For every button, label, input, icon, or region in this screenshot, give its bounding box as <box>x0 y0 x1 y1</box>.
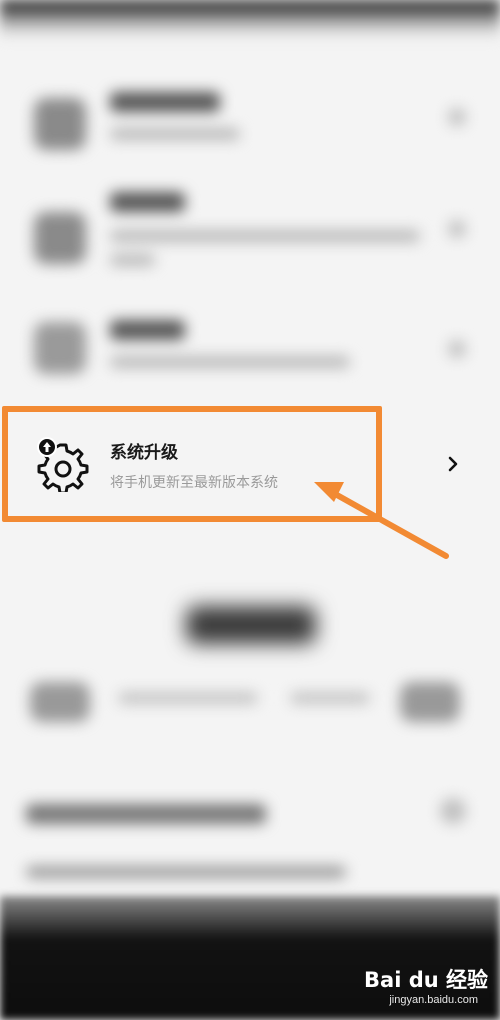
status-bar <box>0 0 500 40</box>
blurred-section-title <box>186 606 316 644</box>
blurred-subtitle <box>110 128 240 140</box>
watermark-url: jingyan.baidu.com <box>389 994 478 1006</box>
blurred-list-item[interactable] <box>0 790 500 850</box>
blurred-setting-row[interactable] <box>0 70 500 180</box>
blurred-app-icon <box>400 682 460 722</box>
blurred-chevron-icon <box>448 340 466 358</box>
blurred-app-icon <box>34 98 86 150</box>
blurred-app-icon <box>34 322 86 374</box>
blurred-list-item <box>0 858 500 898</box>
blurred-chevron-icon <box>440 798 466 824</box>
blurred-title <box>110 192 185 212</box>
blurred-app-icon <box>30 682 90 722</box>
blurred-quick-links[interactable] <box>0 672 500 742</box>
blurred-setting-row[interactable] <box>0 300 500 400</box>
blurred-subtitle <box>26 866 346 878</box>
blurred-app-icon <box>34 212 86 264</box>
blurred-subtitle <box>110 254 155 266</box>
blurred-link <box>290 692 370 704</box>
blurred-chevron-icon <box>448 108 466 126</box>
blurred-chevron-icon <box>448 220 466 238</box>
watermark-logo: Bai du 经验 <box>364 968 488 992</box>
blurred-title <box>110 92 220 112</box>
pointer-arrow-icon <box>314 482 449 559</box>
blurred-subtitle <box>110 230 420 242</box>
blurred-setting-row[interactable] <box>0 180 500 300</box>
blurred-subtitle <box>110 356 350 368</box>
blurred-link <box>118 692 258 704</box>
blurred-title <box>110 320 185 340</box>
baidu-jingyan-watermark: Bai du 经验 jingyan.baidu.com <box>358 964 488 1014</box>
blurred-title <box>26 804 266 824</box>
